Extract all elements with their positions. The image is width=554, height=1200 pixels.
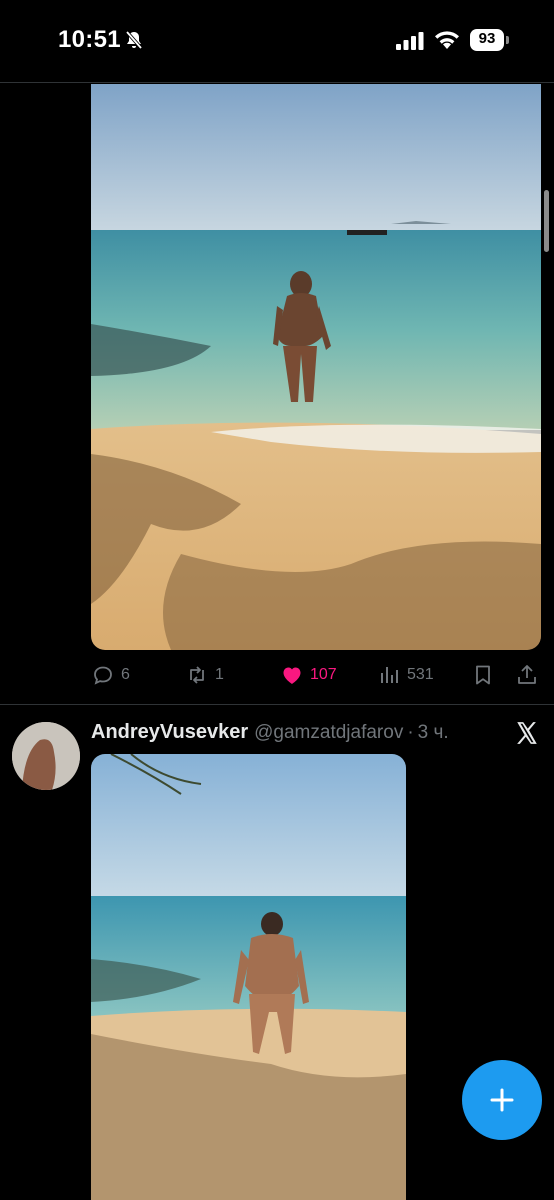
post-divider: [0, 704, 554, 705]
bookmark-icon: [476, 665, 490, 685]
bell-slash-icon: [125, 30, 143, 50]
battery-tip: [506, 36, 509, 44]
post1-photo[interactable]: [91, 84, 541, 650]
share-button[interactable]: [515, 658, 539, 692]
repost-icon: [190, 666, 204, 684]
battery-icon: 93: [470, 29, 504, 51]
post1-actions: 6 1 107 531: [91, 658, 541, 692]
display-name[interactable]: AndreyVusevker: [91, 721, 248, 744]
battery-level: 93: [478, 30, 496, 47]
bookmark-button[interactable]: [471, 658, 495, 692]
x-logo-icon[interactable]: [514, 720, 540, 746]
post2-header: AndreyVusevker @gamzatdjafarov · 3 ч.: [91, 721, 449, 747]
post-time[interactable]: 3 ч.: [418, 722, 449, 744]
compose-button[interactable]: [462, 1060, 542, 1140]
reply-icon: [94, 666, 112, 685]
signal-icon: [396, 32, 424, 50]
share-icon: [518, 665, 536, 684]
heart-icon: [283, 667, 301, 684]
plus-icon: [490, 1088, 514, 1112]
like-button[interactable]: 107: [280, 658, 337, 692]
status-time: 10:51: [58, 26, 121, 53]
scrollbar[interactable]: [544, 190, 549, 252]
like-count: 107: [310, 666, 337, 683]
views-icon: [381, 667, 398, 683]
repost-count: 1: [215, 666, 224, 683]
repost-button[interactable]: 1: [185, 658, 224, 692]
separator-dot: ·: [407, 722, 414, 743]
post2-photo[interactable]: [91, 754, 406, 1200]
header-divider: [0, 82, 554, 83]
views-button[interactable]: 531: [377, 658, 434, 692]
avatar[interactable]: [12, 722, 80, 790]
reply-count: 6: [121, 666, 130, 683]
status-bar: 10:51 93: [0, 0, 554, 82]
wifi-icon: [435, 31, 459, 49]
user-handle[interactable]: @gamzatdjafarov: [254, 722, 403, 744]
reply-button[interactable]: 6: [91, 658, 130, 692]
views-count: 531: [407, 666, 434, 683]
